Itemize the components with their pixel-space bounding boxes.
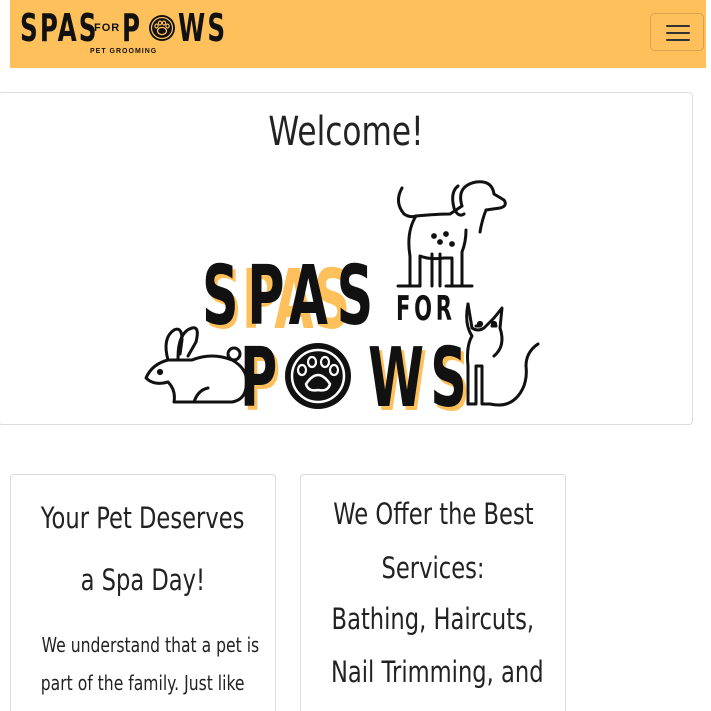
card-heading-text: a Spa Day!	[80, 563, 206, 597]
navbar: SPAS FOR P WS PET GROOMING	[10, 0, 706, 68]
welcome-title: Welcome!	[268, 109, 424, 155]
dog-icon	[396, 180, 507, 288]
card-heading-text: Your Pet Deserves	[41, 501, 245, 535]
card-heading-line: We Offer the Best	[301, 497, 565, 531]
card-heading-line: Nail Trimming, and	[301, 655, 565, 689]
brand-wordmark: SPAS FOR P WS	[20, 8, 228, 48]
card-paragraph-line: part of the family. Just like	[11, 671, 275, 695]
card-heading-line: Services:	[301, 551, 565, 585]
card-paragraph-text: We understand that a pet is	[41, 633, 260, 657]
card-heading-text: Nail Trimming, and	[330, 655, 544, 689]
spas-for-paws-logo: SPAS SPAS FOR P P WS WS	[144, 180, 540, 414]
paw-icon	[285, 343, 351, 409]
logo-line1: SPAS	[202, 249, 382, 344]
card-heading-text: Bathing, Haircuts,	[331, 602, 535, 636]
brand-logo-link[interactable]: SPAS FOR P WS PET GROOMING	[20, 8, 232, 60]
logo-for: FOR	[396, 289, 456, 329]
brand-word-ws: WS	[178, 6, 228, 50]
card-heading-text: Services:	[381, 551, 485, 585]
services-card: We Offer the Best Services: Bathing, Hai…	[300, 474, 566, 711]
pet-spa-card: Your Pet Deserves a Spa Day! We understa…	[10, 474, 276, 711]
paw-icon	[149, 15, 176, 41]
cat-icon	[465, 302, 540, 407]
brand-word-p: P	[122, 6, 143, 50]
hamburger-line	[666, 39, 690, 41]
card-heading-line: Bathing, Haircuts,	[301, 602, 565, 636]
brand-word-left: SPAS	[20, 6, 99, 50]
hamburger-menu-icon	[666, 25, 690, 27]
card-heading-line: a Spa Day!	[11, 563, 275, 597]
card-heading-text: We Offer the Best	[332, 497, 534, 531]
brand-subtitle: PET GROOMING	[90, 48, 158, 55]
logo-ws: WS	[368, 331, 473, 414]
card-heading-line: Your Pet Deserves	[11, 501, 275, 535]
hamburger-line	[666, 32, 690, 34]
page: SPAS FOR P WS PET GROOMING Welcome! SPAS…	[0, 0, 711, 711]
navbar-toggler-button[interactable]	[650, 13, 704, 51]
card-paragraph-text: part of the family. Just like	[41, 671, 245, 695]
card-paragraph-line: We understand that a pet is	[11, 633, 275, 657]
